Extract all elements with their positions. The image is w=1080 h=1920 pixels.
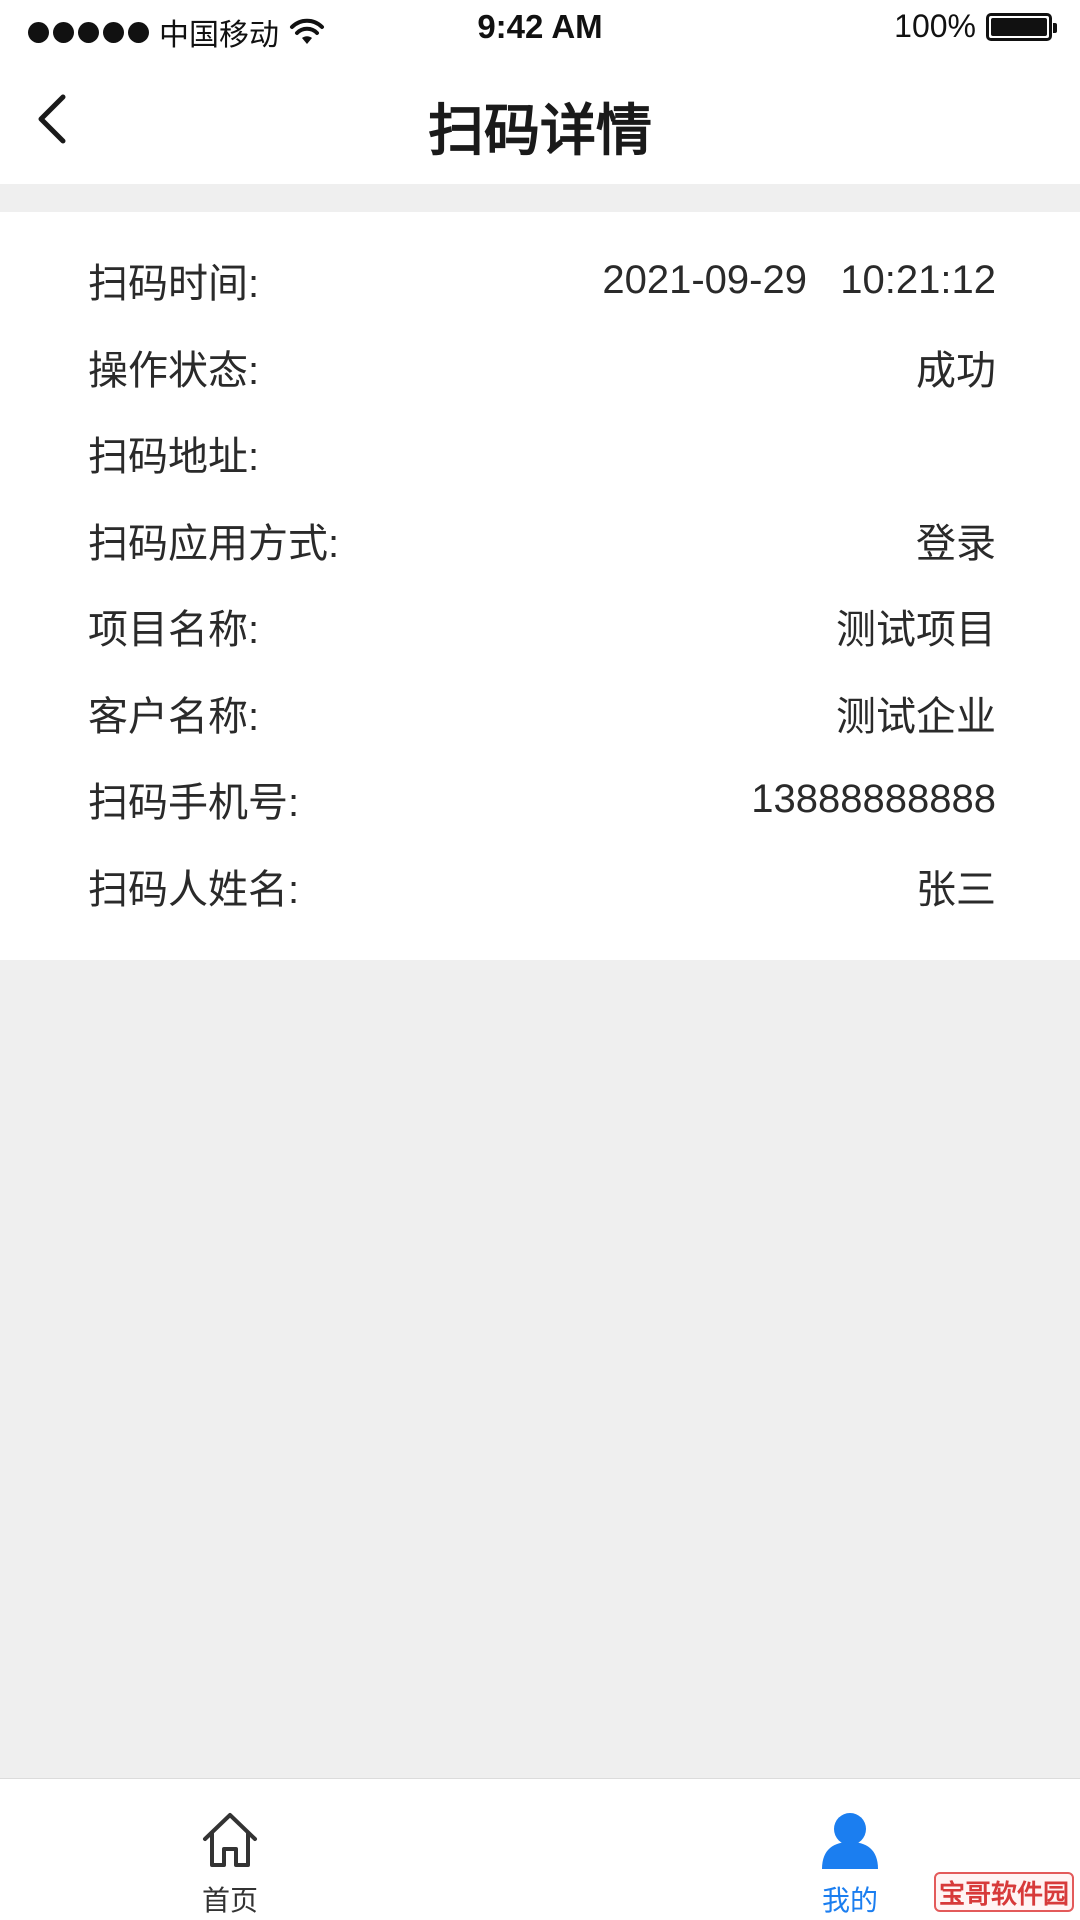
tab-home-label: 首页 [201,1885,258,1916]
tab-home[interactable]: 首页 [130,1779,330,1920]
detail-row-operation-status: 操作状态: 成功 [88,337,996,397]
detail-value: 登录 [916,522,996,566]
detail-label: 扫码地址: [88,435,260,479]
app-screen: 中国移动 9:42 AM 100% 扫码详情 扫码时间: 2021-09-29 … [0,0,1080,1920]
detail-row-scanner-name: 扫码人姓名: 张三 [88,856,996,916]
page-title: 扫码详情 [428,99,652,162]
detail-row-scan-address: 扫码地址: [88,423,996,483]
status-right: 100% [894,8,1057,45]
battery-icon [986,12,1057,41]
navigation-bar: 扫码详情 [0,56,1080,184]
person-icon [822,1813,878,1869]
detail-value: 成功 [916,349,996,393]
detail-value: 13888888888 [751,776,996,821]
detail-row-project-name: 项目名称: 测试项目 [88,596,996,656]
home-icon [203,1813,257,1867]
status-bar: 中国移动 9:42 AM 100% [0,0,1080,56]
bottom-tab-bar: 首页 我的 宝哥软件园 [0,1778,1080,1920]
detail-value: 测试企业 [836,695,996,739]
detail-value: 2021-09-29 10:21:12 [602,257,996,302]
watermark-badge: 宝哥软件园 [934,1872,1074,1912]
detail-row-customer-name: 客户名称: 测试企业 [88,683,996,743]
detail-label: 扫码时间: [88,262,260,306]
tab-mine-label: 我的 [821,1885,878,1916]
detail-label: 扫码手机号: [88,781,300,825]
detail-label: 扫码人姓名: [88,868,300,912]
detail-row-scan-method: 扫码应用方式: 登录 [88,510,996,570]
detail-label: 客户名称: [88,695,260,739]
detail-label: 扫码应用方式: [88,522,340,566]
tab-mine[interactable]: 我的 [750,1779,950,1920]
detail-label: 操作状态: [88,349,260,393]
battery-percentage: 100% [894,8,976,44]
detail-value: 张三 [916,868,996,912]
detail-row-scan-time: 扫码时间: 2021-09-29 10:21:12 [88,250,996,310]
scan-details-card: 扫码时间: 2021-09-29 10:21:12 操作状态: 成功 扫码地址:… [0,212,1080,960]
detail-label: 项目名称: [88,608,260,652]
detail-value: 测试项目 [836,608,996,652]
detail-row-phone: 扫码手机号: 13888888888 [88,769,996,829]
